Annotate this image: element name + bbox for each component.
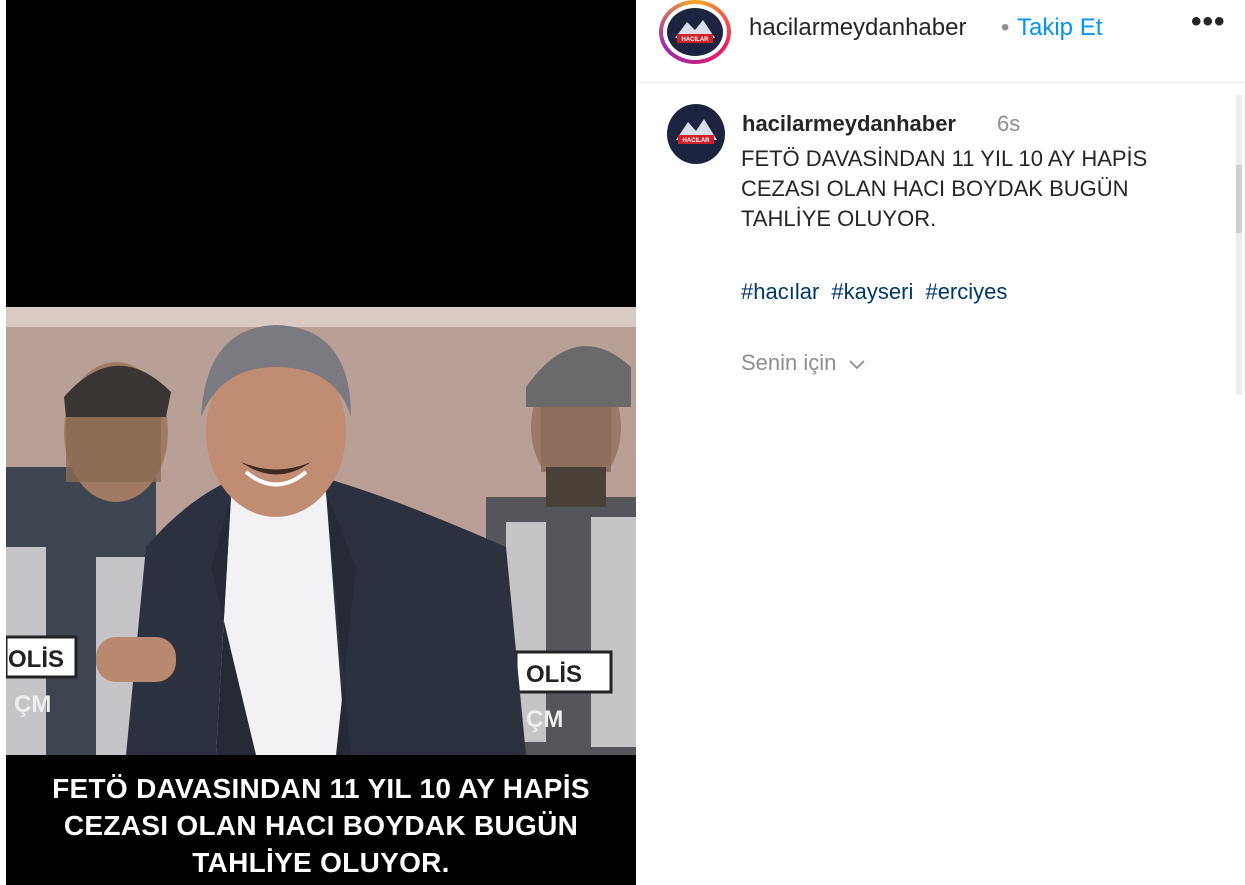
chevron-down-icon <box>848 357 865 375</box>
vest-text-right-2: ÇM <box>526 706 563 733</box>
brand-logo: HACILAR <box>667 8 723 56</box>
logo-mountain-icon: HACILAR <box>675 20 715 43</box>
scrollbar-thumb[interactable] <box>1236 165 1242 233</box>
vest-text-left-2: ÇM <box>14 691 51 718</box>
for-you-label: Senin için <box>741 350 837 375</box>
comment-line: CEZASI OLAN HACI BOYDAK BUGÜN <box>741 176 1129 201</box>
avatar[interactable]: HACILAR <box>659 0 731 64</box>
image-caption: FETÖ DAVASINDAN 11 YIL 10 AY HAPİS CEZAS… <box>6 770 636 881</box>
caption-line: FETÖ DAVASINDAN 11 YIL 10 AY HAPİS <box>52 773 590 804</box>
comment-timestamp[interactable]: 6s <box>997 111 1020 137</box>
comment-line: TAHLİYE OLUYOR. <box>741 206 937 231</box>
hashtag-link[interactable]: #kayseri <box>831 279 913 304</box>
follow-button[interactable]: Takip Et <box>1017 14 1102 42</box>
avatar-border: HACILAR <box>663 4 727 60</box>
hashtag-link[interactable]: #erciyes <box>925 279 1007 304</box>
separator-dot: • <box>1001 14 1010 41</box>
photo-illustration: OLİS ÇM OLİS ÇM <box>6 307 636 755</box>
logo-text: HACILAR <box>682 37 710 43</box>
logo-text: HACILAR <box>683 138 711 144</box>
header-username[interactable]: hacilarmeydanhaber <box>749 14 966 42</box>
vest-text-right: OLİS <box>526 661 582 688</box>
post-media[interactable]: OLİS ÇM OLİS ÇM FETÖ DAVASINDAN 11 YIL 1… <box>6 0 636 885</box>
caption-line: TAHLİYE OLUYOR. <box>192 847 450 878</box>
post-header: HACILAR hacilarmeydanhaber • Takip Et ••… <box>637 0 1245 83</box>
comment-text: FETÖ DAVASİNDAN 11 YIL 10 AY HAPİS CEZAS… <box>741 144 1211 234</box>
more-options-icon[interactable]: ••• <box>1191 5 1226 39</box>
caption-line: CEZASI OLAN HACI BOYDAK BUGÜN <box>63 810 579 841</box>
scrollbar[interactable] <box>1236 95 1242 395</box>
comment-username[interactable]: hacilarmeydanhaber <box>742 111 956 137</box>
post-side-panel: HACILAR hacilarmeydanhaber • Takip Et ••… <box>637 0 1245 885</box>
post-photo: OLİS ÇM OLİS ÇM <box>6 307 636 755</box>
logo-mountain-icon: HACILAR <box>676 119 717 144</box>
hashtags: #hacılar #kayseri #erciyes <box>741 279 1013 305</box>
for-you-link[interactable]: Senin için <box>741 350 865 376</box>
comment-line: FETÖ DAVASİNDAN 11 YIL 10 AY HAPİS <box>741 146 1148 171</box>
vest-text-left: OLİS <box>8 646 64 673</box>
comment-avatar[interactable]: HACILAR <box>667 104 725 164</box>
hashtag-link[interactable]: #hacılar <box>741 279 819 304</box>
